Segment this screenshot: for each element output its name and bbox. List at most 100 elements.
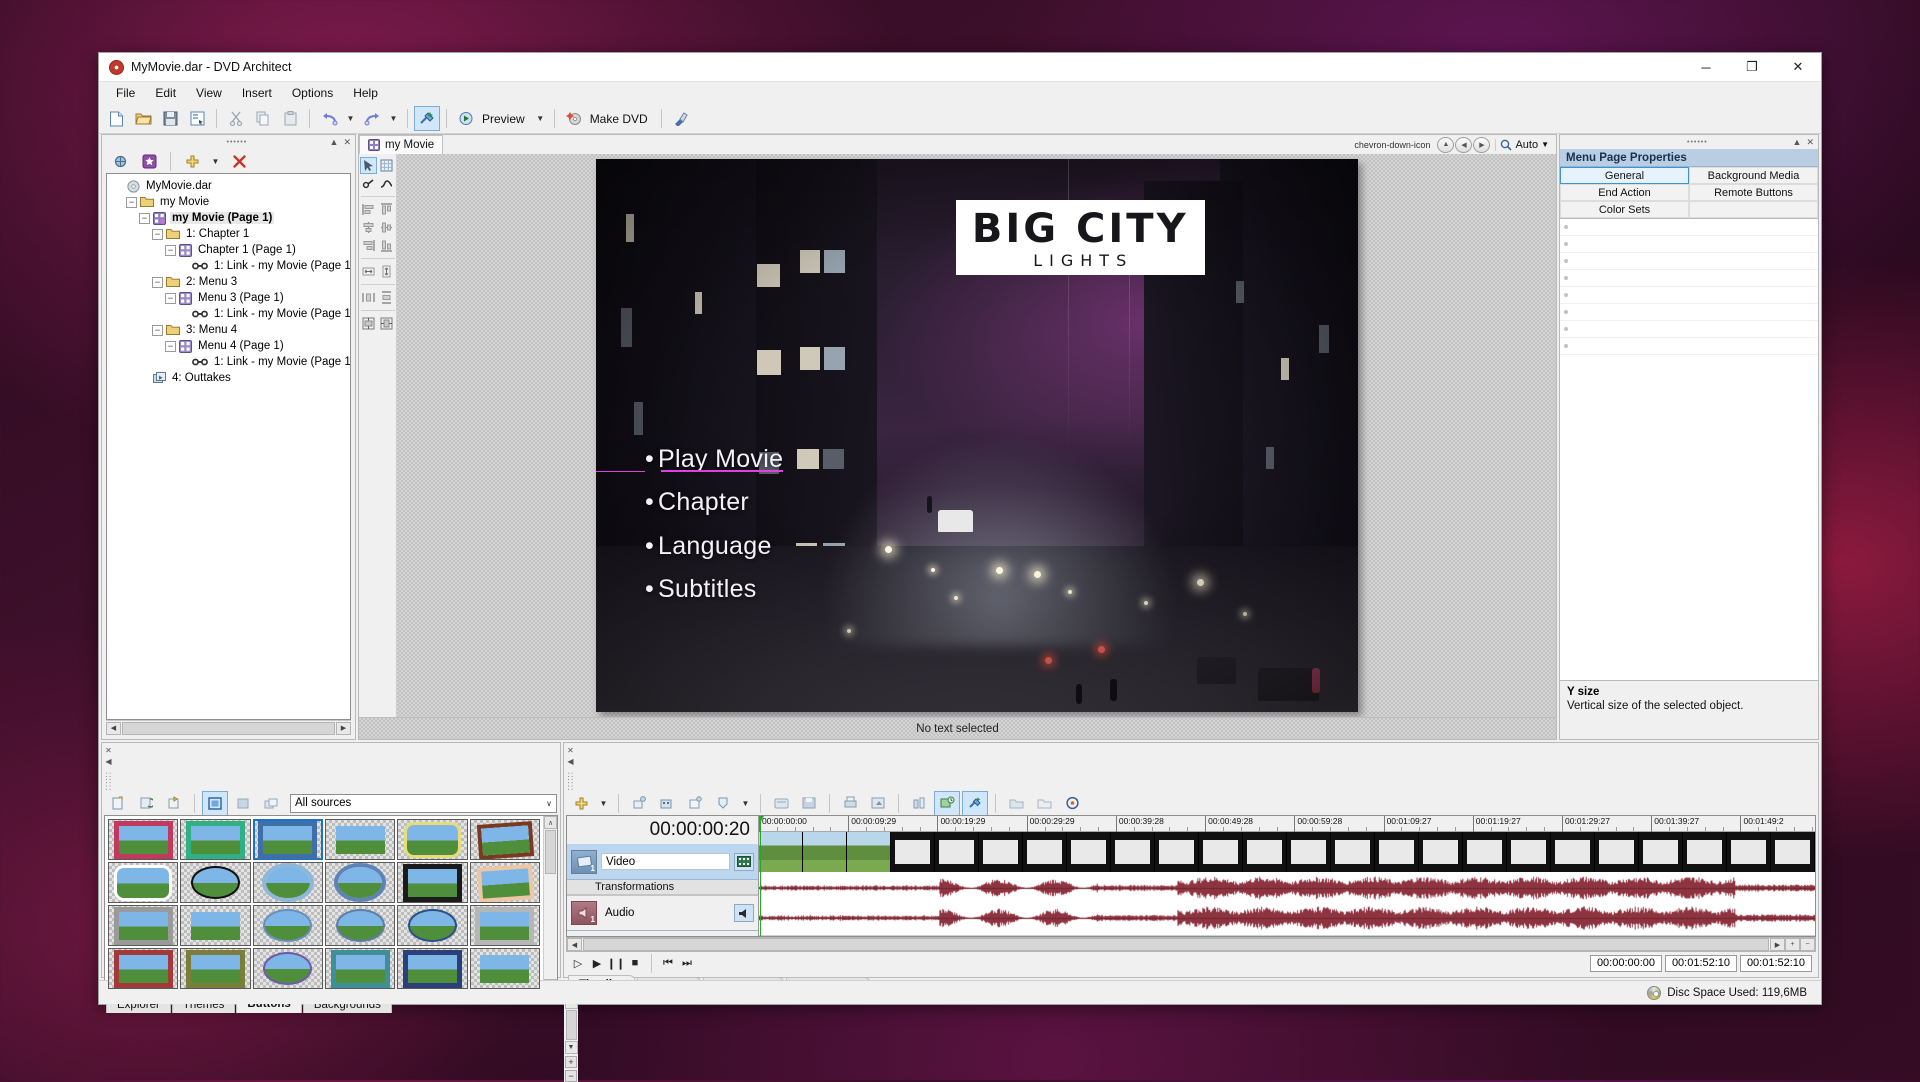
tree-node[interactable]: − 3: Menu 4	[109, 322, 348, 338]
save-project-button[interactable]	[157, 106, 183, 131]
center-vertical[interactable]	[378, 315, 395, 332]
media-dock-side[interactable]: ✕ ◀ ::::::	[102, 743, 115, 792]
video-thumbnail-frame[interactable]	[1771, 832, 1815, 873]
button-frame-violet[interactable]	[252, 948, 323, 990]
zoom-control[interactable]: Auto ▼	[1495, 138, 1553, 151]
menu-logo[interactable]: BIG CITY LIGHTS	[955, 200, 1205, 276]
video-thumbnail-frame[interactable]	[891, 832, 935, 873]
menu-button-subtitles[interactable]: • Subtitles	[645, 574, 783, 605]
property-row[interactable]	[1560, 287, 1818, 304]
timeline-scroll-thumb[interactable]	[583, 938, 1769, 952]
tree-node[interactable]: − 2: Menu 3	[109, 274, 348, 290]
property-row[interactable]	[1560, 321, 1818, 338]
playhead[interactable]	[759, 816, 764, 937]
menu-button-play-movie[interactable]: • Play Movie	[595, 444, 784, 475]
maximize-button[interactable]: ❐	[1729, 53, 1775, 81]
open-media-icon[interactable]	[768, 791, 794, 816]
video-thumbnail-frame[interactable]	[1507, 832, 1551, 873]
align-left[interactable]	[360, 201, 377, 218]
thumbnail-scrollbar[interactable]: ∧ ∨	[543, 816, 557, 993]
properties-tab-general[interactable]: General	[1560, 167, 1689, 184]
track-height-increase[interactable]: +	[565, 1056, 577, 1069]
menu-insert[interactable]: Insert	[233, 84, 281, 102]
button-frame-sun[interactable]	[325, 862, 396, 904]
video-thumbnail-frame[interactable]	[847, 832, 891, 873]
video-thumbnail-frame[interactable]	[1243, 832, 1287, 873]
video-thumbnail-frame[interactable]	[935, 832, 979, 873]
tree-expander[interactable]: −	[152, 276, 163, 288]
plus-icon[interactable]	[179, 149, 205, 174]
burn-icon[interactable]	[668, 106, 694, 131]
filmstrip-icon[interactable]	[734, 852, 754, 871]
source-selector-chevron[interactable]: ∨	[546, 799, 552, 808]
nav-next-button[interactable]: ▶	[1473, 136, 1491, 153]
button-frame-black[interactable]	[397, 862, 468, 904]
paste-button[interactable]	[277, 106, 303, 131]
button-frame-green[interactable]	[180, 819, 251, 861]
snap-icon[interactable]	[962, 790, 988, 816]
tree-close-icon[interactable]: ✕	[343, 137, 351, 148]
close-button[interactable]: ✕	[1775, 53, 1821, 81]
nav-up-button[interactable]: ▲	[1437, 136, 1455, 153]
grid-tool[interactable]	[378, 157, 395, 174]
video-thumbnail-frame[interactable]	[1639, 832, 1683, 873]
property-row[interactable]	[1560, 338, 1818, 355]
menu-preview[interactable]: BIG CITY LIGHTS • Play Movie • Chapter • Lang…	[595, 159, 1358, 712]
nav-prev-button[interactable]: ◀	[1455, 136, 1473, 153]
play-from-start-button[interactable]: ▷	[570, 955, 586, 971]
audio-track-name[interactable]: Audio	[601, 905, 730, 922]
button-frame-red[interactable]	[108, 948, 179, 990]
go-to-end-button[interactable]: ⏭	[679, 955, 695, 971]
button-frame-ring[interactable]	[397, 905, 468, 947]
align-center-v[interactable]	[378, 219, 395, 236]
redo-button[interactable]	[359, 106, 385, 131]
media-marker-icon[interactable]	[654, 791, 680, 816]
tree-node[interactable]: 1: Link - my Movie (Page 1	[109, 306, 350, 322]
properties-tab-color-sets[interactable]: Color Sets	[1560, 201, 1689, 218]
menu-button-chapter[interactable]: • Chapter	[645, 487, 783, 518]
project-tree[interactable]: MyMovie.dar − my Movie − my Movie (Page 1) −1…	[106, 173, 351, 720]
timeline-dock-grip[interactable]: ::::::	[566, 772, 575, 791]
plus-icon[interactable]	[568, 791, 594, 816]
menu-help[interactable]: Help	[344, 84, 387, 102]
same-width[interactable]	[360, 263, 377, 280]
button-frame-plain[interactable]	[180, 905, 251, 947]
button-frame-oval[interactable]	[252, 905, 323, 947]
menu-options[interactable]: Options	[283, 84, 342, 102]
timeline-scroll-right[interactable]: ▶	[1770, 938, 1785, 952]
play-button[interactable]: ▶	[589, 955, 605, 971]
menu-view[interactable]: View	[187, 84, 231, 102]
tree-expander[interactable]: −	[126, 196, 137, 208]
timeline-zoom-in[interactable]: +	[1785, 938, 1800, 952]
tree-expander[interactable]: −	[139, 212, 150, 224]
tree-node[interactable]: − my Movie (Page 1)	[109, 210, 348, 226]
button-frame-soft[interactable]	[469, 905, 540, 947]
tree-node[interactable]: − 1: Chapter 1	[109, 226, 348, 242]
media-dock-close-icon[interactable]: ✕	[105, 746, 112, 755]
button-frame-olive[interactable]	[180, 948, 251, 990]
video-thumbnail-frame[interactable]	[1155, 832, 1199, 873]
video-thumbnail-frame[interactable]	[1199, 832, 1243, 873]
chevron-down-icon[interactable]: chevron-down-icon	[1348, 140, 1436, 150]
preview-icon[interactable]	[453, 106, 479, 131]
props-close-icon[interactable]: ✕	[1806, 137, 1814, 148]
video-thumbnail-frame[interactable]	[1727, 832, 1771, 873]
button-frame-teal[interactable]	[325, 948, 396, 990]
align-top[interactable]	[378, 201, 395, 218]
timeline-tracks-area[interactable]: 00:00:00:00 00:00:09:29 00:00:19:29 00:00:2…	[759, 816, 1815, 937]
menu-button-language[interactable]: • Language	[645, 531, 783, 562]
timeline-scroll-left[interactable]: ◀	[567, 938, 582, 952]
project-properties-button[interactable]	[184, 106, 210, 131]
audio-track-header[interactable]: 1 Audio	[567, 895, 758, 932]
timeline-horizontal-scrollbar[interactable]: ◀ ▶ + −	[566, 937, 1816, 953]
tree-scroll-left-arrow[interactable]: ◀	[106, 721, 121, 735]
undo-button[interactable]	[316, 106, 342, 131]
button-frame-white[interactable]	[108, 862, 179, 904]
tree-scroll-thumb[interactable]	[122, 721, 335, 735]
tree-node[interactable]: 1: Link - my Movie (Page 1	[109, 354, 350, 370]
tree-node[interactable]: − Chapter 1 (Page 1)	[109, 242, 348, 258]
video-thumbnail-frame[interactable]	[1551, 832, 1595, 873]
property-row[interactable]	[1560, 236, 1818, 253]
preview-label[interactable]: Preview	[480, 112, 532, 126]
copy-button[interactable]	[250, 106, 276, 131]
